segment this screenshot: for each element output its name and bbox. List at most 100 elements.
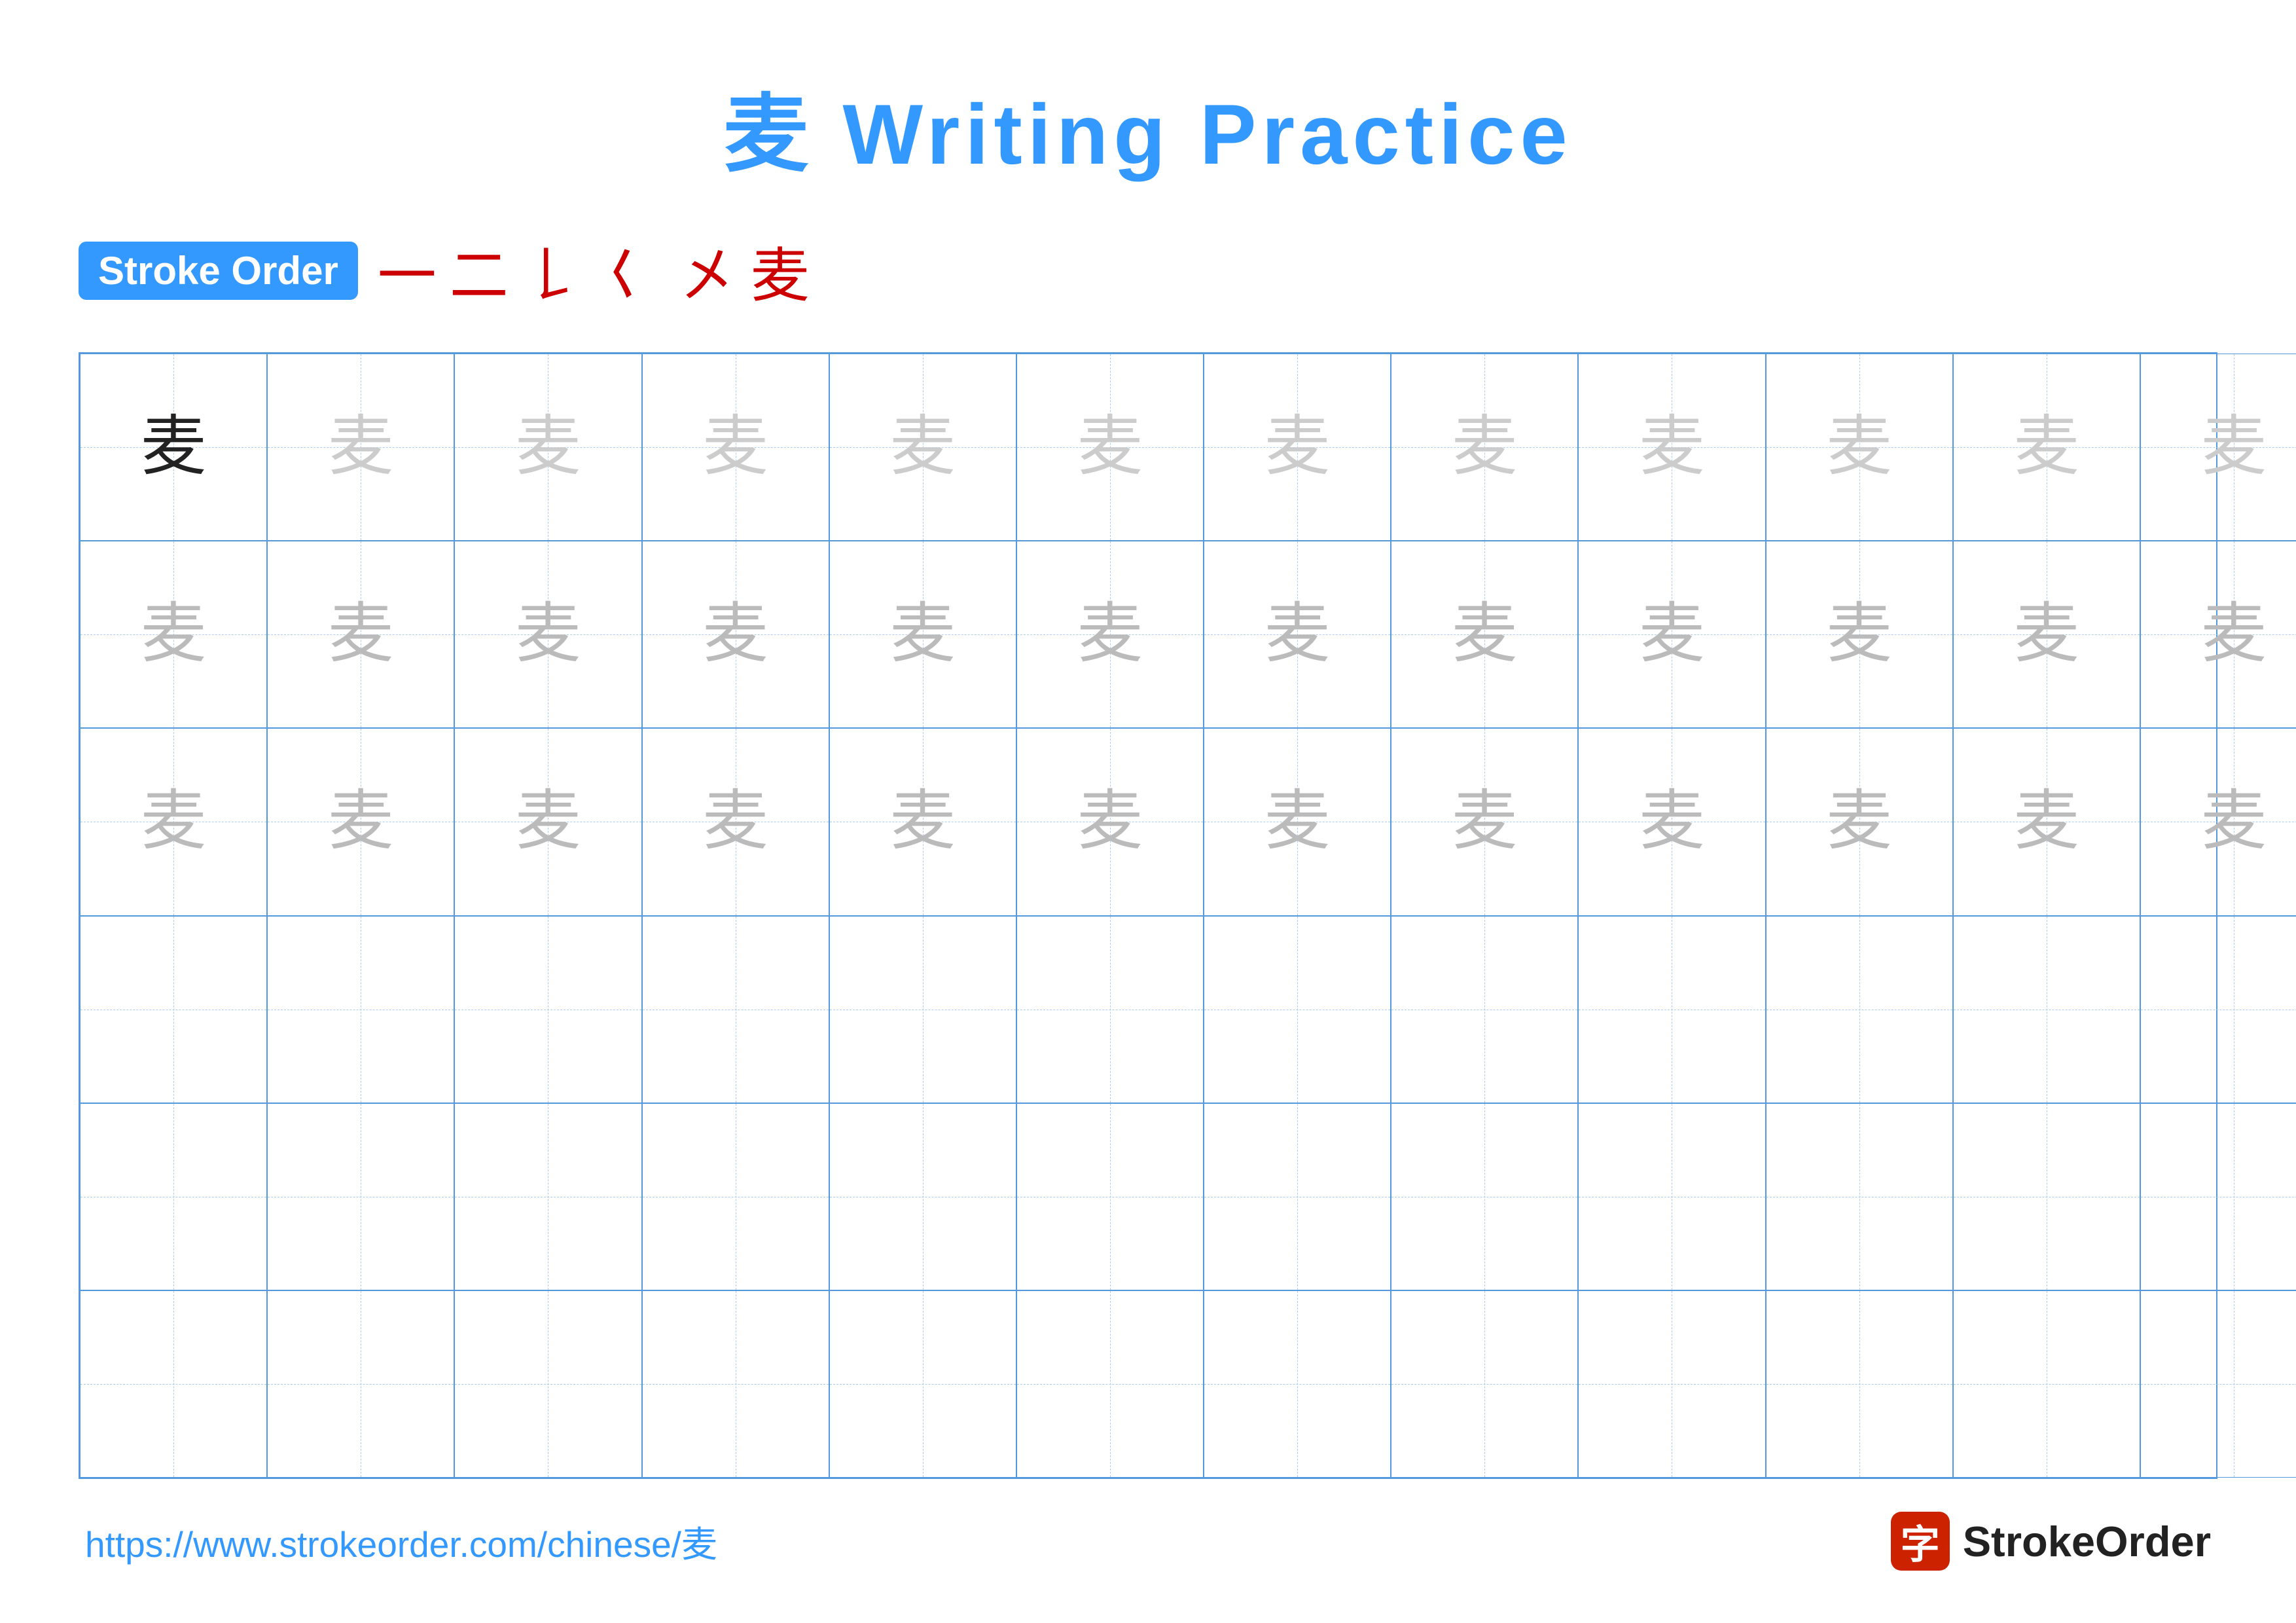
grid-cell[interactable] [1953,1290,2140,1478]
grid-cell[interactable] [454,916,641,1103]
grid-cell[interactable]: 麦 [1204,728,1391,915]
grid-cell[interactable]: 麦 [2140,541,2296,728]
grid-cell[interactable]: 麦 [80,728,267,915]
grid-cell[interactable]: 麦 [2140,728,2296,915]
grid-cell[interactable] [642,1290,829,1478]
grid-cell[interactable] [1766,1103,1953,1290]
page: 麦 Writing Practice Stroke Order 一 二 𠄌 𡿨 … [0,0,2296,1623]
grid-cell[interactable] [80,1290,267,1478]
grid-cell[interactable]: 麦 [267,541,454,728]
grid-cell[interactable]: 麦 [1766,354,1953,541]
stroke-2: 二 [450,228,509,313]
grid-cell[interactable]: 麦 [1204,541,1391,728]
grid-cell[interactable]: 麦 [829,728,1016,915]
grid-cell[interactable]: 麦 [454,728,641,915]
grid-cell[interactable] [1766,916,1953,1103]
grid-cell[interactable]: 麦 [642,541,829,728]
grid-cell[interactable]: 麦 [80,354,267,541]
grid-cell[interactable]: 麦 [642,354,829,541]
grid-cell[interactable] [1578,916,1765,1103]
grid-cell[interactable] [1204,1290,1391,1478]
stroke-order-row: Stroke Order 一 二 𠄌 𡿨 𡿩 㐅 麦 [79,228,2217,313]
grid-cell[interactable]: 麦 [1391,541,1578,728]
grid-cell[interactable] [1204,916,1391,1103]
grid-cell[interactable] [642,916,829,1103]
grid-cell[interactable]: 麦 [2140,354,2296,541]
grid-cell[interactable]: 麦 [1578,354,1765,541]
cell-character: 麦 [703,602,768,667]
grid-cell[interactable]: 麦 [1016,541,1204,728]
grid-cell[interactable] [2140,1290,2296,1478]
grid-cell[interactable]: 麦 [642,728,829,915]
grid-cell[interactable] [267,1103,454,1290]
grid-cell[interactable]: 麦 [1578,728,1765,915]
cell-character: 麦 [1452,789,1517,854]
grid-cell[interactable] [1016,1103,1204,1290]
grid-cell[interactable] [642,1103,829,1290]
grid-cell[interactable] [1391,916,1578,1103]
grid-cell[interactable]: 麦 [267,728,454,915]
grid-cell[interactable] [1391,1290,1578,1478]
grid-cell[interactable]: 麦 [1016,728,1204,915]
cell-character: 麦 [1639,414,1704,480]
cell-character: 麦 [1452,414,1517,480]
grid-cell[interactable] [1953,916,2140,1103]
grid-cell[interactable] [829,916,1016,1103]
cell-character: 麦 [1077,414,1143,480]
grid-cell[interactable] [829,1103,1016,1290]
grid-cell[interactable] [1016,1290,1204,1478]
grid-cell[interactable] [1953,1103,2140,1290]
grid-cell[interactable]: 麦 [1766,728,1953,915]
footer-url: https://www.strokeorder.com/chinese/麦 [85,1515,717,1567]
grid-cell[interactable] [1578,1290,1765,1478]
grid-cell[interactable]: 麦 [829,541,1016,728]
grid-cell[interactable]: 麦 [1953,541,2140,728]
grid-cell[interactable] [80,916,267,1103]
cell-character: 麦 [2014,414,2079,480]
cell-character: 麦 [141,789,206,854]
grid-cell[interactable] [2140,1103,2296,1290]
footer: https://www.strokeorder.com/chinese/麦 字 … [79,1512,2217,1571]
grid-cell[interactable] [267,1290,454,1478]
grid-cell[interactable]: 麦 [1391,354,1578,541]
grid-cell[interactable] [1766,1290,1953,1478]
cell-character: 麦 [703,414,768,480]
cell-character: 麦 [2201,414,2267,480]
footer-logo: 字 StrokeOrder [1891,1512,2211,1571]
cell-character: 麦 [141,414,206,480]
cell-character: 麦 [328,602,393,667]
cell-character: 麦 [1827,602,1892,667]
logo-icon: 字 [1891,1512,1950,1571]
grid-cell[interactable]: 麦 [1766,541,1953,728]
cell-character: 麦 [1639,602,1704,667]
grid-cell[interactable]: 麦 [1016,354,1204,541]
grid-cell[interactable]: 麦 [1391,728,1578,915]
cell-character: 麦 [703,789,768,854]
grid-cell[interactable] [1391,1103,1578,1290]
grid-cell[interactable] [454,1290,641,1478]
grid-cell[interactable] [2140,916,2296,1103]
grid-cell[interactable]: 麦 [454,541,641,728]
grid-cell[interactable] [454,1103,641,1290]
grid-cell[interactable] [267,916,454,1103]
cell-character: 麦 [1077,789,1143,854]
cell-character: 麦 [515,602,581,667]
grid-cell[interactable]: 麦 [1953,728,2140,915]
grid-cell[interactable] [829,1290,1016,1478]
cell-character: 麦 [2201,602,2267,667]
cell-character: 麦 [141,602,206,667]
cell-character: 麦 [1265,414,1330,480]
grid-cell[interactable]: 麦 [1204,354,1391,541]
stroke-order-chars: 一 二 𠄌 𡿨 𡿩 㐅 麦 [378,228,810,313]
grid-cell[interactable]: 麦 [829,354,1016,541]
grid-cell[interactable] [1578,1103,1765,1290]
grid-cell[interactable]: 麦 [1953,354,2140,541]
grid-cell[interactable]: 麦 [267,354,454,541]
grid-cell[interactable]: 麦 [80,541,267,728]
grid-cell[interactable]: 麦 [1578,541,1765,728]
grid-cell[interactable] [1016,916,1204,1103]
grid-cell[interactable]: 麦 [454,354,641,541]
cell-character: 麦 [515,414,581,480]
grid-cell[interactable] [1204,1103,1391,1290]
grid-cell[interactable] [80,1103,267,1290]
